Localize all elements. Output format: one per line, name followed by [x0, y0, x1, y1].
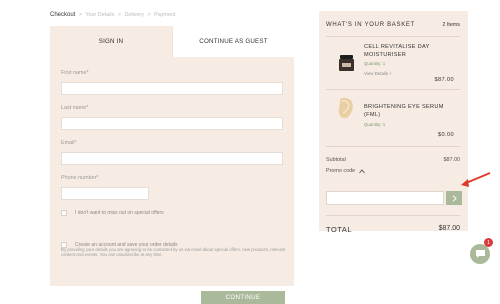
first-name-field[interactable]: [61, 82, 283, 95]
item-price: $0.00: [438, 132, 454, 138]
chat-bubble-icon: [475, 250, 485, 258]
subtotal-label: Subtotal: [326, 157, 346, 163]
last-name-field[interactable]: [61, 117, 283, 130]
breadcrumb-separator: >: [117, 12, 121, 18]
item-name[interactable]: CELL REVITALISE DAY MOISTURISER: [364, 43, 460, 59]
item-quantity: Quantity: 1: [364, 122, 386, 127]
offers-optout-checkbox[interactable]: [61, 210, 67, 216]
tube-icon: [338, 98, 353, 119]
chevron-right-icon: [452, 194, 457, 202]
chevron-up-icon: [359, 168, 365, 173]
tab-continue-as-guest[interactable]: CONTINUE AS GUEST: [172, 26, 294, 57]
promo-code-toggle[interactable]: Promo code: [326, 168, 365, 174]
divider: [326, 215, 460, 216]
consent-text: By providing your details you are agreei…: [61, 247, 286, 258]
item-price: $87.00: [434, 77, 454, 83]
promo-apply-button[interactable]: [446, 191, 462, 205]
total-label: TOTAL: [326, 225, 353, 234]
chat-notification-badge: 1: [484, 238, 493, 247]
divider: [326, 36, 460, 37]
divider: [326, 89, 460, 90]
breadcrumb-delivery[interactable]: Delivery: [124, 12, 143, 18]
view-details-link[interactable]: View Details +: [364, 71, 392, 76]
checkout-tabs: SIGN IN CONTINUE AS GUEST: [50, 26, 294, 57]
jar-icon: [339, 55, 354, 71]
create-account-label: Create an account and save your order de…: [75, 242, 178, 248]
basket-title: WHAT'S IN YOUR BASKET: [326, 22, 415, 28]
breadcrumb-separator: >: [78, 12, 83, 18]
promo-code-label: Promo code: [326, 168, 356, 174]
tab-sign-in[interactable]: SIGN IN: [50, 26, 172, 57]
email-label: Email*: [61, 140, 77, 146]
promo-code-input[interactable]: [326, 191, 444, 205]
chat-button[interactable]: [470, 244, 490, 264]
item-quantity: Quantity: 1: [364, 61, 386, 66]
total-value: $87.00: [438, 225, 460, 232]
subtotal-value: $87.00: [443, 157, 461, 163]
continue-button[interactable]: CONTINUE: [201, 291, 285, 304]
last-name-label: Last name*: [61, 105, 89, 111]
breadcrumb-payment[interactable]: Payment: [154, 12, 175, 18]
annotation-arrow-icon: [461, 172, 491, 187]
item-name[interactable]: BRIGHTENING EYE SERUM (FML): [364, 103, 460, 119]
create-account-row: Create an account and save your order de…: [61, 242, 178, 248]
basket-item-count: 2 Items: [442, 22, 460, 28]
create-account-checkbox[interactable]: [61, 242, 67, 248]
phone-label: Phone number*: [61, 175, 99, 181]
phone-field[interactable]: [61, 187, 149, 200]
breadcrumb-separator: >: [147, 12, 151, 18]
checkout-form-panel: SIGN IN CONTINUE AS GUEST First name* La…: [50, 26, 294, 304]
first-name-label: First name*: [61, 70, 89, 76]
email-field[interactable]: [61, 152, 283, 165]
breadcrumb-your-details[interactable]: Your Details: [85, 12, 114, 18]
offers-optout-label: I don't want to miss out on special offe…: [75, 210, 164, 216]
breadcrumb-checkout: Checkout: [50, 12, 76, 18]
breadcrumb: Checkout > Your Details > Delivery > Pay…: [50, 12, 175, 18]
divider: [326, 146, 460, 147]
offers-optout-row: I don't want to miss out on special offe…: [61, 210, 164, 216]
basket-panel: WHAT'S IN YOUR BASKET 2 Items CELL REVIT…: [319, 11, 468, 234]
